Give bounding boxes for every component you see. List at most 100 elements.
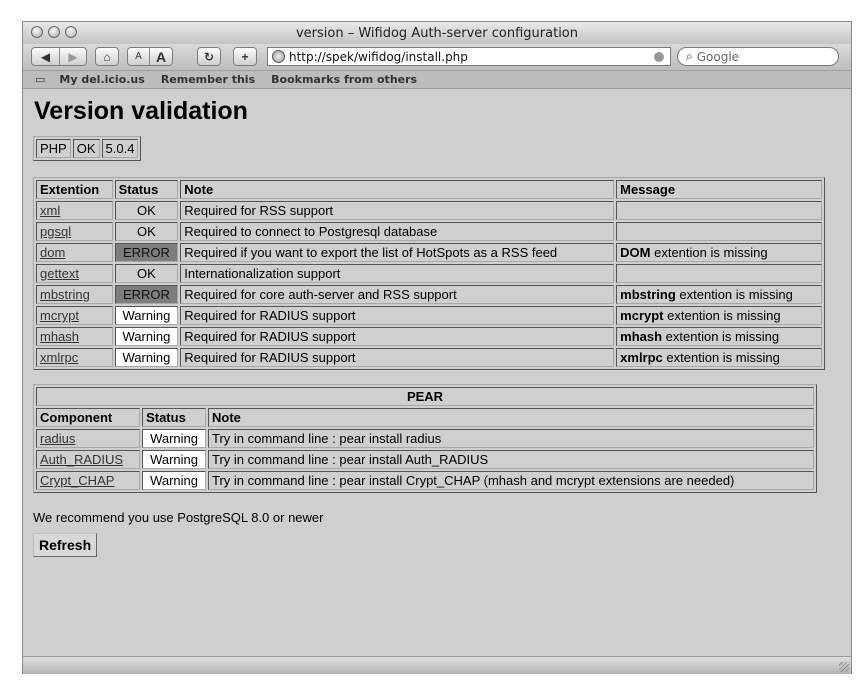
extension-name-cell: dom — [36, 243, 113, 262]
col-component: Component — [36, 408, 141, 427]
extension-message-name: DOM — [620, 245, 651, 260]
back-button[interactable]: ◀ — [32, 48, 60, 65]
extension-status: Warning — [114, 327, 179, 346]
search-placeholder: Google — [696, 49, 740, 64]
col-note: Note — [180, 180, 615, 199]
pear-note: Try in command line : pear install Auth_… — [207, 450, 814, 469]
home-icon: ⌂ — [103, 49, 111, 64]
refresh-button[interactable]: Refresh — [33, 533, 98, 557]
extension-note: Required for RSS support — [180, 201, 615, 220]
snapback-icon[interactable] — [654, 51, 664, 62]
page-content: Version validation PHP OK 5.0.4 Extentio… — [23, 97, 851, 557]
bookmark-bookmarks-from-others[interactable]: Bookmarks from others — [271, 73, 417, 86]
extension-status: ERROR — [114, 243, 179, 262]
text-bigger-button[interactable]: A — [150, 48, 172, 65]
pear-header-row: Component Status Note — [36, 408, 814, 427]
reload-icon: ↻ — [203, 49, 215, 64]
search-field[interactable]: ⌕ Google — [677, 47, 839, 66]
extension-message-text: extention is missing — [662, 329, 780, 344]
extension-link[interactable]: pgsql — [40, 224, 71, 239]
window-title: version – Wifidog Auth-server configurat… — [295, 26, 578, 41]
home-button[interactable]: ⌂ — [95, 47, 119, 66]
extension-row: mhash Warning Required for RADIUS support m… — [36, 327, 822, 346]
extension-note: Required for core auth-server and RSS su… — [180, 285, 615, 304]
extensions-table: Extention Status Note Message xml OK Requi… — [33, 177, 825, 370]
extension-status: Warning — [114, 348, 179, 367]
plus-icon: + — [241, 49, 249, 64]
recommendation-text: We recommend you use PostgreSQL 8.0 or n… — [33, 510, 324, 525]
extension-status: OK — [114, 264, 179, 283]
bookmarks-book-icon[interactable]: ▭ — [35, 73, 45, 86]
extension-row: pgsql OK Required to connect to Postgresql… — [36, 222, 822, 241]
php-status: OK — [72, 139, 100, 158]
extensions-body: xml OK Required for RSS support pgsql OK Requ… — [36, 201, 822, 367]
extension-name-cell: xmlrpc — [36, 348, 113, 367]
extension-name-cell: mbstring — [36, 285, 113, 304]
extension-link[interactable]: mbstring — [40, 287, 90, 302]
extension-note: Internationalization support — [180, 264, 615, 283]
extension-row: xml OK Required for RSS support — [36, 201, 822, 220]
extension-message-text: extention is missing — [650, 245, 768, 260]
php-label: PHP — [36, 139, 71, 158]
extension-name-cell: mhash — [36, 327, 113, 346]
resize-grip-icon[interactable] — [839, 662, 849, 672]
address-bar[interactable]: http://spek/wifidog/install.php — [267, 47, 671, 66]
pear-table: PEAR Component Status Note radius Warning… — [33, 384, 817, 493]
extension-link[interactable]: xml — [40, 203, 60, 218]
pear-component-link[interactable]: Auth_RADIUS — [40, 452, 123, 467]
extension-link[interactable]: dom — [40, 245, 65, 260]
extension-name-cell: gettext — [36, 264, 113, 283]
extension-note: Required to connect to Postgresql databa… — [180, 222, 615, 241]
extension-message: mbstring extention is missing — [616, 285, 822, 304]
col-message: Message — [616, 180, 822, 199]
bookmark-my-delicious[interactable]: My del.icio.us — [59, 73, 144, 86]
browser-toolbar: ◀ ▶ ⌂ A A ↻ + http://spek/wifidog/instal… — [23, 44, 851, 70]
extension-status: OK — [114, 201, 179, 220]
extension-link[interactable]: gettext — [40, 266, 79, 281]
extension-message-name: mcrypt — [620, 308, 664, 323]
extension-message — [616, 201, 822, 220]
extension-message-text: extention is missing — [663, 308, 781, 323]
extension-link[interactable]: mcrypt — [40, 308, 79, 323]
pear-component-cell: radius — [36, 429, 141, 448]
extension-link[interactable]: mhash — [40, 329, 79, 344]
extension-note: Required if you want to export the list … — [180, 243, 615, 262]
status-bar — [23, 656, 851, 674]
pear-component-link[interactable]: Crypt_CHAP — [40, 473, 114, 488]
forward-button[interactable]: ▶ — [60, 48, 86, 65]
site-icon — [272, 50, 285, 63]
pear-title: PEAR — [36, 387, 814, 406]
page-title: Version validation — [34, 97, 248, 125]
extension-message: mhash extention is missing — [616, 327, 822, 346]
pear-row: radius Warning Try in command line : pear … — [36, 429, 814, 448]
extension-message-text: extention is missing — [675, 287, 793, 302]
title-bar: version – Wifidog Auth-server configurat… — [23, 22, 851, 44]
extension-status: OK — [114, 222, 179, 241]
pear-status: Warning — [142, 471, 206, 490]
bookmark-remember-this[interactable]: Remember this — [161, 73, 255, 86]
extension-row: xmlrpc Warning Required for RADIUS support… — [36, 348, 822, 367]
back-arrow-icon: ◀ — [40, 49, 51, 64]
add-bookmark-button[interactable]: + — [233, 47, 257, 66]
extension-message: xmlrpc extention is missing — [616, 348, 822, 367]
browser-window: version – Wifidog Auth-server configurat… — [22, 21, 852, 674]
pear-status: Warning — [142, 429, 206, 448]
extension-note: Required for RADIUS support — [180, 327, 615, 346]
extensions-header-row: Extention Status Note Message — [36, 180, 822, 199]
back-forward-buttons: ◀ ▶ — [31, 47, 87, 66]
pear-component-cell: Auth_RADIUS — [36, 450, 141, 469]
pear-note: Try in command line : pear install Crypt… — [207, 471, 814, 490]
extension-row: dom ERROR Required if you want to export t… — [36, 243, 822, 262]
search-icon: ⌕ — [686, 49, 693, 63]
text-size-buttons: A A — [127, 47, 173, 66]
url-text[interactable]: http://spek/wifidog/install.php — [289, 50, 654, 64]
extension-link[interactable]: xmlrpc — [40, 350, 78, 365]
text-smaller-button[interactable]: A — [128, 48, 151, 65]
php-version: 5.0.4 — [101, 139, 139, 158]
extension-note: Required for RADIUS support — [180, 306, 615, 325]
extension-name-cell: pgsql — [36, 222, 113, 241]
pear-row: Auth_RADIUS Warning Try in command line : … — [36, 450, 814, 469]
pear-body: radius Warning Try in command line : pear … — [36, 429, 814, 490]
pear-component-link[interactable]: radius — [40, 431, 75, 446]
reload-button[interactable]: ↻ — [197, 47, 221, 66]
